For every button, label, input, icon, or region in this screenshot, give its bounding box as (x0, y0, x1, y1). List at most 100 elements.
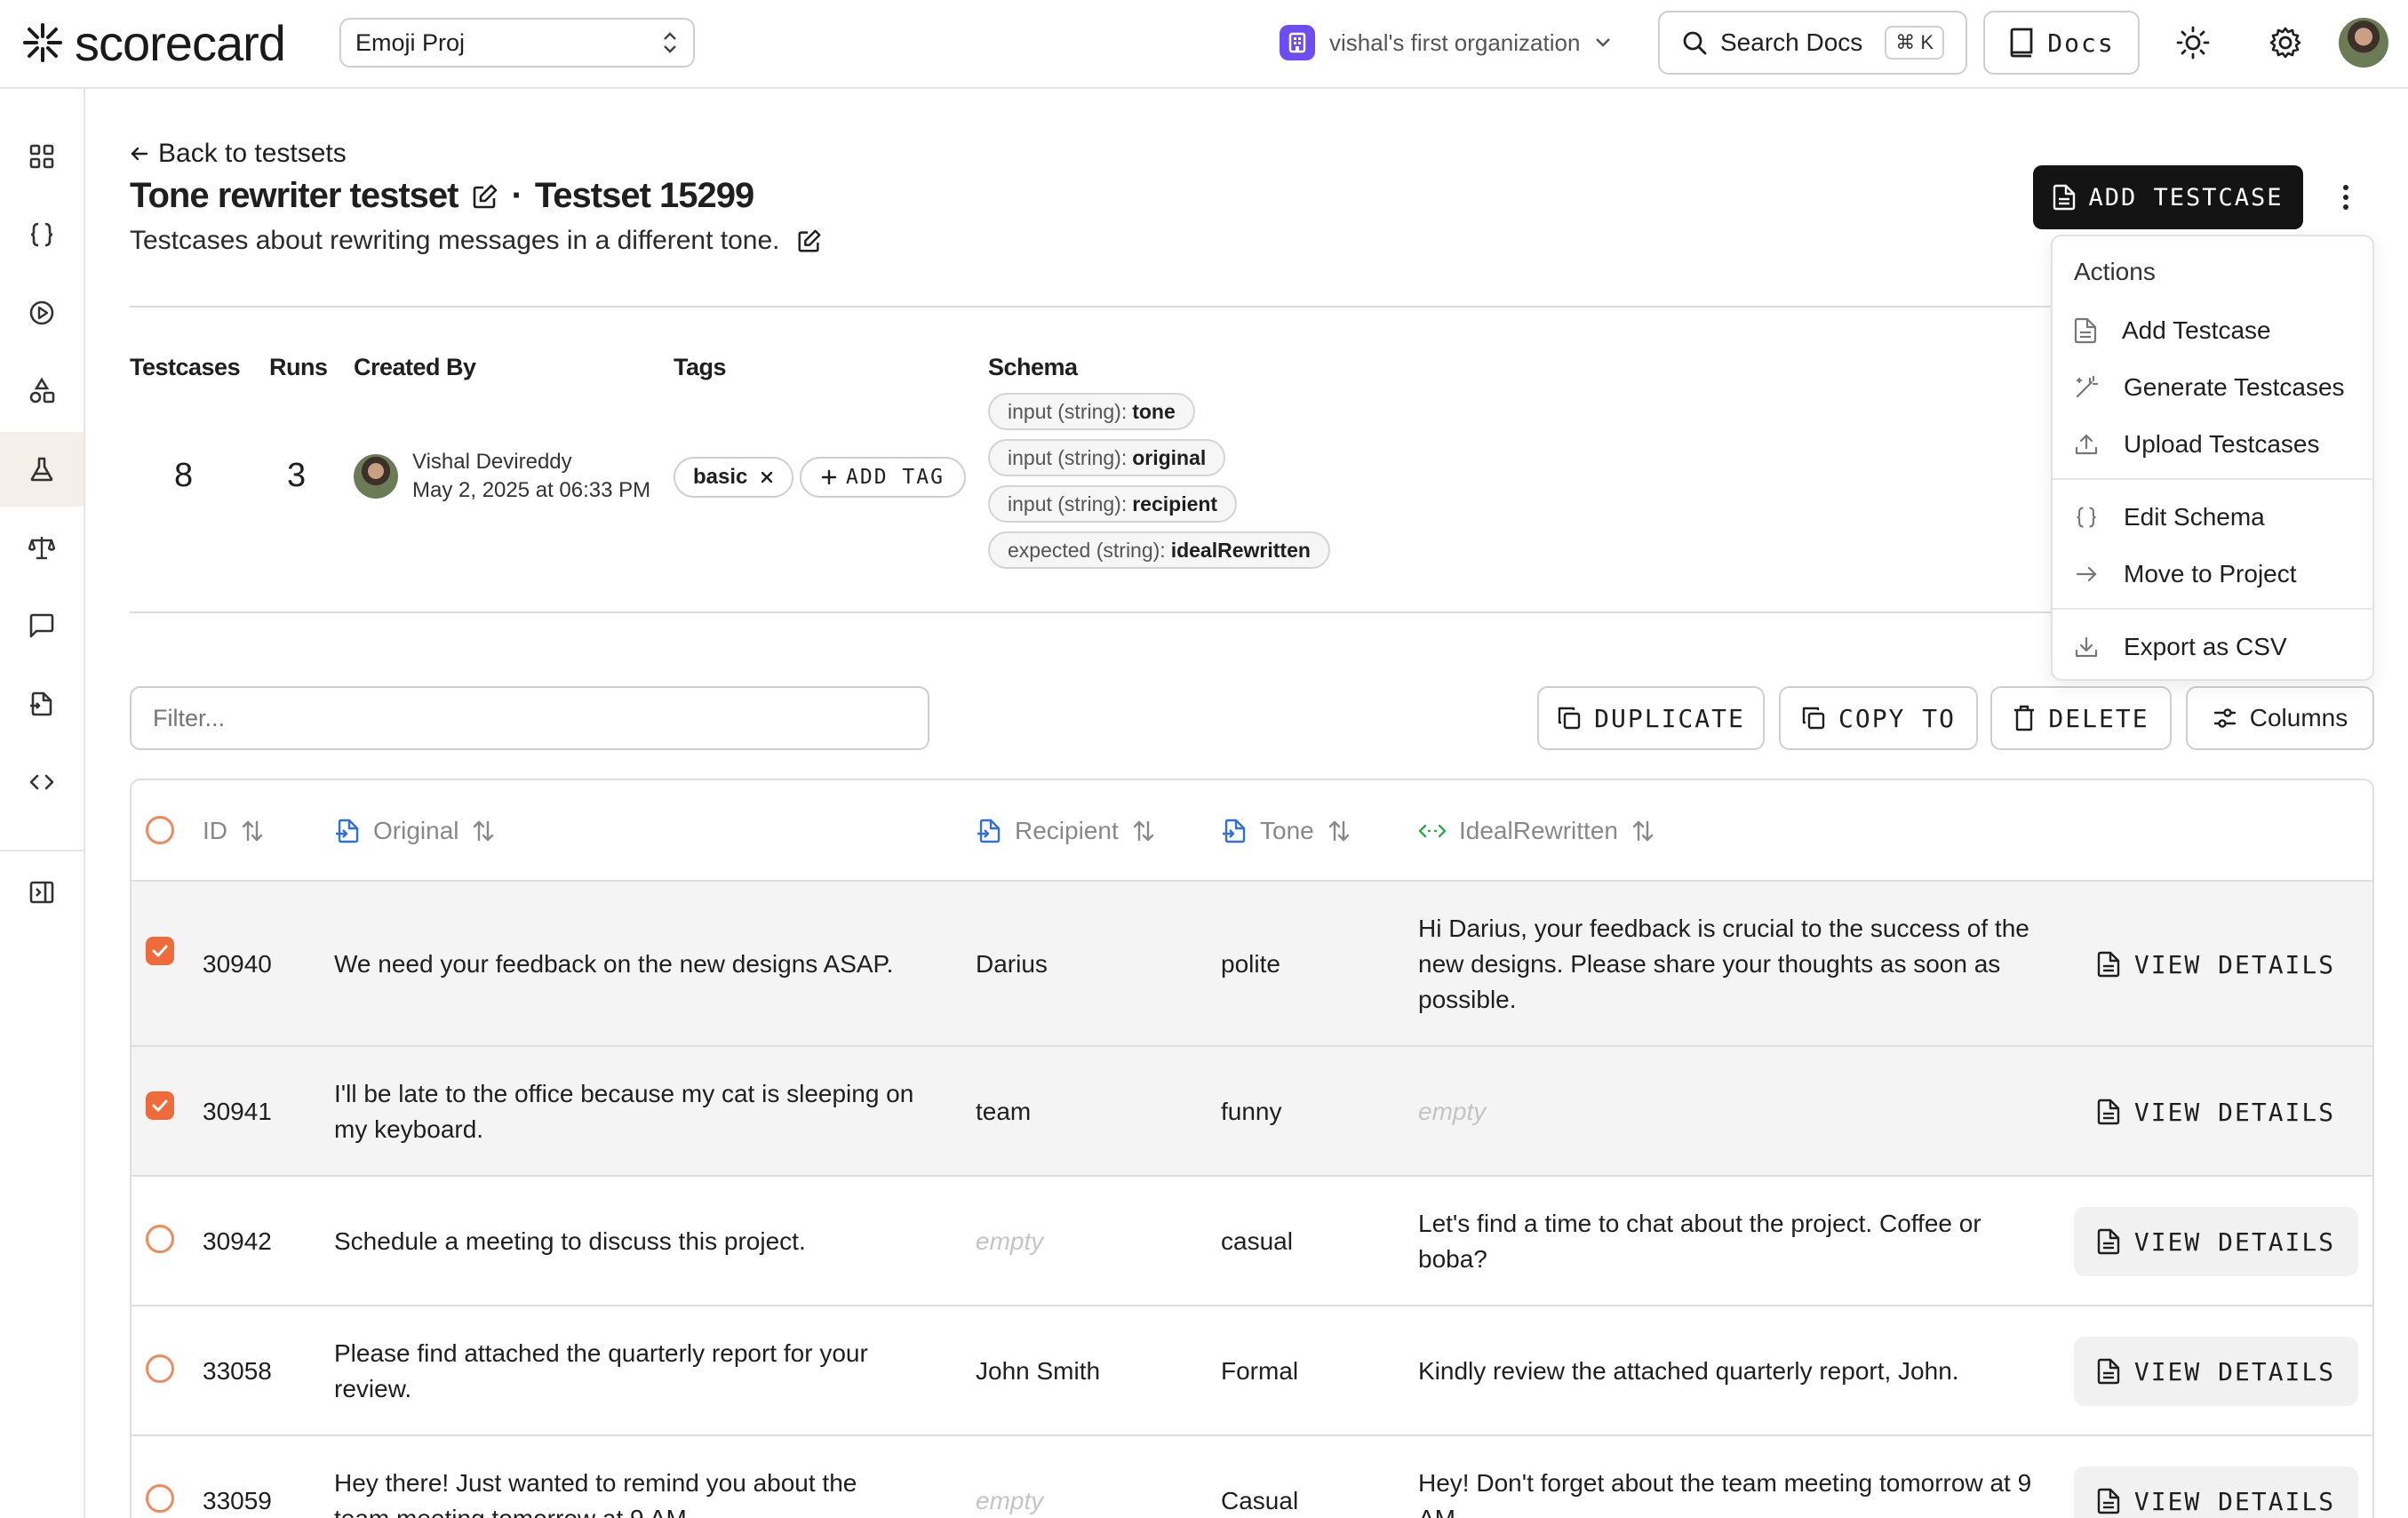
arrow-left-icon (131, 147, 148, 161)
view-details-button[interactable]: VIEW DETAILS (2074, 1207, 2358, 1276)
copy-to-label: COPY TO (1838, 703, 1956, 733)
docs-button[interactable]: Docs (1983, 11, 2140, 75)
view-details-button[interactable]: VIEW DETAILS (2074, 1337, 2358, 1406)
sidebar-item-dashboard[interactable] (0, 119, 84, 194)
filter-input[interactable] (130, 686, 929, 750)
sort-icon (1133, 820, 1153, 842)
menu-item-add-testcase[interactable]: Add Testcase (2053, 304, 2372, 357)
runs-count: 3 (287, 457, 307, 494)
row-checkbox[interactable] (146, 1225, 174, 1253)
column-header-tone[interactable]: Tone (1221, 780, 1352, 882)
testcases-count: 8 (174, 457, 194, 494)
menu-item-label: Upload Testcases (2124, 430, 2320, 458)
row-checkbox[interactable] (146, 937, 174, 965)
user-avatar[interactable] (2339, 18, 2388, 68)
menu-item-upload-testcases[interactable]: Upload Testcases (2053, 418, 2372, 471)
cell-recipient: team (976, 1098, 1032, 1125)
menu-separator (2053, 608, 2372, 610)
creator-avatar (354, 454, 398, 499)
title-separator: · (511, 176, 523, 215)
file-text-icon (2097, 1228, 2120, 1255)
project-name: Emoji Proj (355, 28, 466, 56)
schema-field-type: input (string): (1008, 399, 1128, 423)
schema-field-name: tone (1132, 399, 1176, 423)
actions-dropdown-menu: Actions Add Testcase Generate Testcases … (2051, 235, 2374, 681)
project-selector[interactable]: Emoji Proj (339, 18, 695, 68)
sidebar-item-export[interactable] (0, 667, 84, 741)
edit-title-icon[interactable] (471, 182, 499, 211)
remove-tag-icon[interactable] (760, 470, 774, 484)
menu-item-edit-schema[interactable]: Edit Schema (2053, 491, 2372, 544)
delete-button[interactable]: DELETE (1990, 686, 2172, 750)
testset-description: Testcases about rewriting messages in a … (130, 226, 823, 256)
column-label: IdealRewritten (1459, 817, 1618, 844)
schema-field-name: original (1132, 445, 1207, 469)
testset-id: Testset 15299 (534, 176, 754, 215)
org-name: vishal's first organization (1329, 28, 1581, 56)
menu-item-export-csv[interactable]: Export as CSV (2053, 620, 2372, 674)
view-details-button[interactable]: VIEW DETAILS (2074, 930, 2358, 999)
cell-tone: Casual (1221, 1487, 1299, 1514)
copy-to-button[interactable]: COPY TO (1779, 686, 1978, 750)
schema-field: input (string): recipient (988, 485, 1238, 523)
row-checkbox[interactable] (146, 1484, 174, 1513)
add-testcase-button[interactable]: ADD TESTCASE (2033, 165, 2303, 229)
column-header-recipient[interactable]: Recipient (976, 780, 1156, 882)
back-to-testsets-link[interactable]: Back to testsets (130, 139, 347, 169)
sidebar-item-code[interactable] (0, 745, 84, 819)
column-header-idealrewritten[interactable]: IdealRewritten (1418, 780, 1655, 882)
sidebar-item-testsets[interactable] (0, 432, 84, 507)
file-text-icon (2097, 1488, 2120, 1514)
column-header-original[interactable]: Original (334, 780, 496, 882)
logo-text: scorecard (75, 14, 286, 71)
view-details-button[interactable]: VIEW DETAILS (2074, 1077, 2358, 1146)
menu-item-generate-testcases[interactable]: Generate Testcases (2053, 361, 2372, 414)
view-details-button[interactable]: VIEW DETAILS (2074, 1466, 2358, 1518)
cell-recipient-empty: empty (976, 1487, 1044, 1514)
sidebar-item-runs[interactable] (0, 276, 84, 350)
search-docs-button[interactable]: Search Docs ⌘ K (1658, 11, 1967, 75)
logo[interactable]: scorecard (23, 14, 286, 71)
created-date: May 2, 2025 at 06:33 PM (412, 478, 651, 502)
menu-item-move-to-project[interactable]: Move to Project (2053, 547, 2372, 601)
duplicate-button[interactable]: DUPLICATE (1537, 686, 1765, 750)
column-label: Recipient (1015, 817, 1119, 844)
columns-button[interactable]: Columns (2186, 686, 2374, 750)
more-actions-icon[interactable] (2328, 174, 2364, 220)
creator-name: Vishal Devireddy (412, 450, 572, 474)
cell-tone: Formal (1221, 1357, 1299, 1385)
sidebar-item-schema[interactable] (0, 197, 84, 272)
table-row[interactable]: 33058 Please find attached the quarterly… (132, 1306, 2372, 1436)
table-row[interactable]: 33059 Hey there! Just wanted to remind y… (132, 1436, 2372, 1518)
play-circle-icon (29, 300, 54, 325)
add-tag-button[interactable]: ADD TAG (800, 457, 966, 498)
sliders-icon (2213, 708, 2236, 728)
check-icon (152, 1099, 168, 1112)
tag-chip[interactable]: basic (674, 457, 794, 498)
check-icon (152, 945, 168, 957)
org-switcher[interactable]: vishal's first organization (1280, 20, 1612, 66)
cell-id: 33058 (203, 1357, 272, 1385)
select-all-checkbox[interactable] (146, 816, 174, 844)
column-header-id[interactable]: ID (203, 780, 265, 882)
sidebar-item-metrics[interactable] (0, 510, 84, 585)
sidebar-item-feedback[interactable] (0, 588, 84, 663)
edit-description-icon[interactable] (796, 228, 823, 254)
table-row[interactable]: 30941 I'll be late to the office because… (132, 1047, 2372, 1177)
testcases-label: Testcases (130, 354, 241, 380)
view-details-label: VIEW DETAILS (2133, 949, 2336, 979)
row-checkbox[interactable] (146, 1091, 174, 1120)
testset-title: Tone rewriter testset (130, 176, 458, 215)
sidebar-collapse-toggle[interactable] (0, 855, 84, 930)
theme-toggle-sun-icon[interactable] (2172, 21, 2214, 64)
row-checkbox[interactable] (146, 1354, 174, 1383)
table-row[interactable]: 30940 We need your feedback on the new d… (132, 882, 2372, 1047)
sidebar-item-models[interactable] (0, 354, 84, 428)
settings-gear-icon[interactable] (2264, 21, 2307, 64)
page-title: Tone rewriter testset · Testset 15299 (130, 176, 754, 216)
cell-id: 30941 (203, 1098, 272, 1125)
table-row[interactable]: 30942 Schedule a meeting to discuss this… (132, 1177, 2372, 1306)
cell-original: Please find attached the quarterly repor… (334, 1339, 868, 1402)
cell-tone: casual (1221, 1227, 1293, 1255)
schema-field-name: idealRewritten (1170, 538, 1311, 562)
